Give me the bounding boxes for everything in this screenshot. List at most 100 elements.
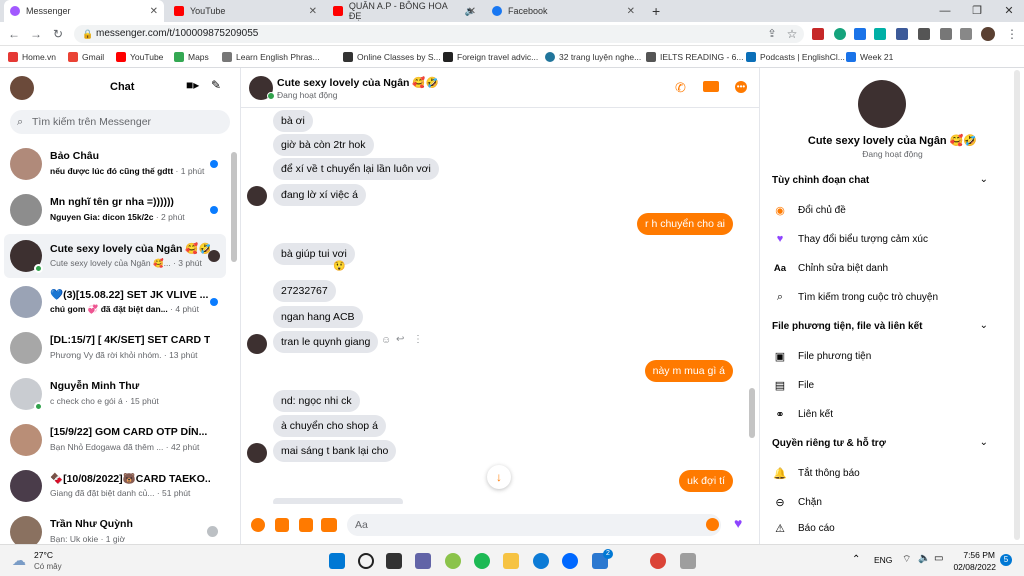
menu-dots-icon[interactable]: ⋮: [1004, 26, 1020, 42]
menu-item-files[interactable]: ▤ File: [772, 377, 814, 393]
menu-item-links[interactable]: ⚭ Liên kết: [772, 406, 833, 422]
message-received[interactable]: giờ bà còn 2tr hok: [273, 134, 374, 156]
bookmark-youtube[interactable]: YouTube: [116, 46, 163, 68]
message-input[interactable]: Aa: [347, 514, 721, 536]
forward-icon[interactable]: →: [28, 26, 44, 42]
chat-title[interactable]: Cute sexy lovely của Ngân 🥰🤣: [277, 76, 439, 89]
new-message-icon[interactable]: ✎: [211, 78, 227, 94]
message-received[interactable]: nd: ngọc nhi ck: [273, 390, 360, 412]
message-received[interactable]: bà ơi: [273, 110, 313, 132]
wifi-icon[interactable]: ⌔: [902, 553, 911, 566]
teams-icon[interactable]: [415, 553, 431, 569]
bookmark-foreign-travel[interactable]: Foreign travel advic...: [443, 46, 538, 68]
info-scrollbar[interactable]: [1014, 70, 1020, 540]
message-received[interactable]: 27232767: [273, 280, 336, 302]
bookmark-star-icon[interactable]: ☆: [784, 26, 800, 42]
conversation-item[interactable]: Mn nghĩ tên gr nha =)))))) Nguyen Gia: d…: [4, 188, 226, 232]
battery-icon[interactable]: ▭: [934, 553, 943, 564]
sidebar-scrollbar[interactable]: [231, 152, 237, 262]
app-icon[interactable]: [445, 553, 461, 569]
back-icon[interactable]: ←: [6, 26, 22, 42]
bookmark-gmail[interactable]: Gmail: [68, 46, 104, 68]
chat-scrollbar[interactable]: [749, 388, 755, 438]
image-icon[interactable]: [275, 518, 289, 532]
user-avatar[interactable]: [10, 76, 34, 100]
close-tab-icon[interactable]: ✕: [309, 6, 317, 17]
chrome-icon[interactable]: [650, 553, 666, 569]
extension-icon[interactable]: [874, 28, 886, 40]
conversation-item[interactable]: Bảo Châu nếu được lúc đó cũng thế gdtt ·…: [4, 142, 226, 186]
bookmark-learn-english[interactable]: Learn English Phras...: [222, 46, 320, 68]
menu-item-report[interactable]: ⚠ Báo cáo: [772, 520, 835, 536]
bookmark-ielts[interactable]: IELTS READING - 6...: [646, 46, 743, 68]
tab-quan-ap[interactable]: QUÂN A.P - BÔNG HOA ĐẸ 🔈 ✕: [327, 0, 482, 22]
weather-icon[interactable]: ☁: [12, 552, 26, 569]
scroll-down-button[interactable]: ↓: [487, 465, 511, 489]
more-info-icon[interactable]: •••: [735, 81, 747, 93]
reload-icon[interactable]: ↻: [50, 26, 66, 42]
conversation-item[interactable]: [15/9/22] GOM CARD OTP DÍN... Bạn Nhỏ Ed…: [4, 418, 226, 462]
menu-item-block[interactable]: ⊖ Chặn: [772, 494, 822, 510]
bookmark-home[interactable]: Home.vn: [8, 46, 56, 68]
menu-item-change-theme[interactable]: ◉ Đổi chủ đề: [772, 202, 846, 218]
bookmark-online-classes[interactable]: Online Classes by S...: [343, 46, 441, 68]
language-indicator[interactable]: ENG: [874, 555, 892, 565]
more-actions-icon[interactable]: [251, 518, 265, 532]
message-received[interactable]: à chuyển cho shop á: [273, 415, 386, 437]
video-call-icon[interactable]: ■▸: [186, 78, 202, 94]
heart-icon[interactable]: ♥: [734, 515, 742, 531]
bookmark-maps[interactable]: Maps: [174, 46, 209, 68]
message-received[interactable]: ngan hang ACB: [273, 306, 363, 328]
message-received[interactable]: đang lờ xí việc á: [273, 184, 366, 206]
task-view-icon[interactable]: [386, 553, 402, 569]
conversation-item[interactable]: 🍫[10/08/2022]🐻CARD TAEKO... Giang đã đặt…: [4, 464, 226, 508]
video-call-icon[interactable]: [703, 81, 719, 92]
message-sent[interactable]: này m mua gì á: [644, 360, 733, 382]
bookmark-luyen-nghe[interactable]: 32 trang luyện nghe...: [545, 46, 641, 68]
url-input[interactable]: 🔒 messenger.com/t/100009875209055: [74, 25, 804, 43]
react-emoji-icon[interactable]: ☺: [381, 335, 391, 346]
message-received[interactable]: mai sáng t bank lại cho: [273, 440, 397, 462]
close-tab-icon[interactable]: ✕: [627, 6, 635, 17]
close-tab-icon[interactable]: ✕: [150, 6, 158, 17]
message-received[interactable]: để xí về t chuyển lại lần luôn vơi: [273, 158, 439, 180]
spotify-icon[interactable]: [474, 553, 490, 569]
file-explorer-icon[interactable]: [503, 553, 519, 569]
menu-item-change-emoji[interactable]: ♥ Thay đổi biểu tượng cảm xúc: [772, 231, 928, 247]
bookmark-podcasts[interactable]: Podcasts | EnglishCl...: [746, 46, 845, 68]
sticker-icon[interactable]: [299, 518, 313, 532]
conversation-item[interactable]: Nguyễn Minh Thư c check cho e gói á · 15…: [4, 372, 226, 416]
minimize-icon[interactable]: —: [930, 0, 960, 22]
phone-icon[interactable]: ✆: [675, 80, 686, 96]
search-icon[interactable]: [358, 553, 374, 569]
conversation-item[interactable]: 💙(3)[15.08.22] SET JK VLIVE ... chú gom …: [4, 280, 226, 324]
extension-icon[interactable]: [896, 28, 908, 40]
message-received[interactable]: tran le quynh giang: [273, 331, 379, 353]
close-window-icon[interactable]: ✕: [994, 0, 1024, 22]
profile-avatar[interactable]: [981, 27, 995, 41]
conversation-item[interactable]: [DL:15/7] [ 4K/SET] SET CARD T... Phương…: [4, 326, 226, 370]
tab-facebook[interactable]: Facebook ✕: [486, 0, 641, 22]
clock-time[interactable]: 7:56 PM: [955, 550, 995, 560]
new-tab-button[interactable]: +: [646, 0, 666, 22]
extension-icon[interactable]: [854, 28, 866, 40]
search-input[interactable]: ⌕ Tìm kiếm trên Messenger: [10, 110, 230, 134]
weather-temp[interactable]: 27°C: [34, 550, 53, 560]
tray-chevron-icon[interactable]: ⌃: [852, 554, 860, 565]
sidebar-icon[interactable]: [960, 28, 972, 40]
share-icon[interactable]: ⇪: [764, 26, 780, 42]
volume-icon[interactable]: 🔈: [918, 553, 930, 564]
menu-item-edit-nickname[interactable]: Aa Chỉnh sửa biệt danh: [772, 260, 888, 276]
clock-date[interactable]: 02/08/2022: [950, 562, 996, 572]
extension-icon[interactable]: [812, 28, 824, 40]
windows-start-icon[interactable]: [329, 553, 345, 569]
message-sent[interactable]: r h chuyển cho ai: [637, 213, 733, 235]
tab-youtube[interactable]: YouTube ✕: [168, 0, 323, 22]
edge-icon[interactable]: [533, 553, 549, 569]
puzzle-icon[interactable]: [918, 28, 930, 40]
conversation-item-selected[interactable]: Cute sexy lovely của Ngân 🥰🤣 Cute sexy l…: [4, 234, 226, 278]
menu-item-mute[interactable]: 🔔 Tắt thông báo: [772, 465, 860, 481]
emoji-icon[interactable]: [706, 518, 719, 531]
grammarly-icon[interactable]: [834, 28, 846, 40]
section-customize-chat[interactable]: Tùy chỉnh đoạn chat: [772, 175, 869, 186]
